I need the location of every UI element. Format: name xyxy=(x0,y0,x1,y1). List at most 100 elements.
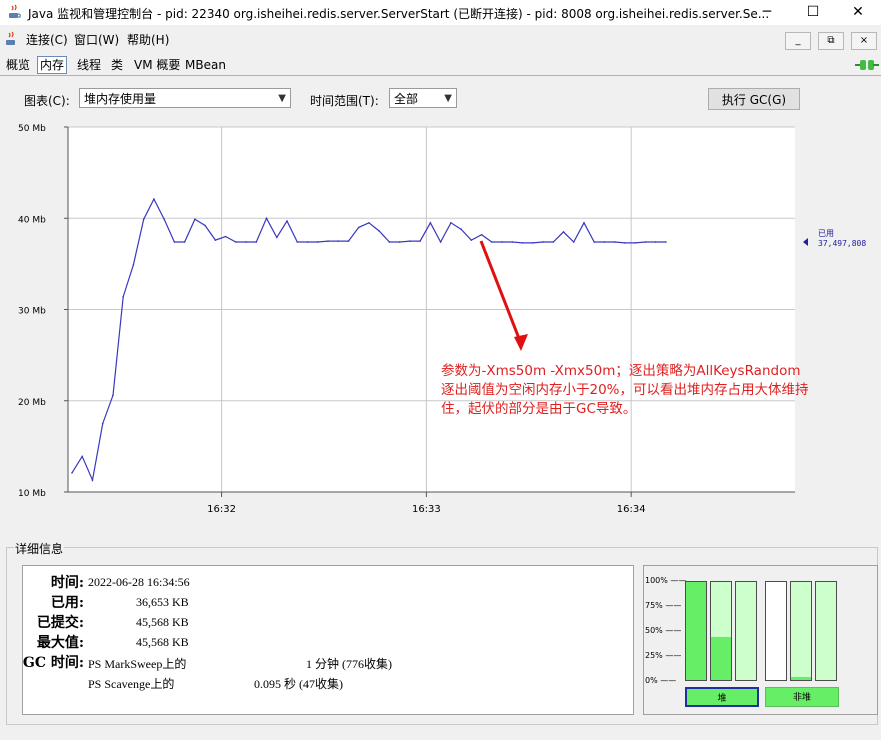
details-legend: 详细信息 xyxy=(14,540,65,557)
series-point xyxy=(214,239,217,241)
heap-pool-bar[interactable] xyxy=(710,581,732,681)
series-point xyxy=(183,241,186,243)
series-point xyxy=(337,240,340,242)
series-point xyxy=(388,241,391,243)
annotation-line: 参数为-Xms50m -Xmx50m；逐出策略为AllKeysRandom xyxy=(441,363,801,379)
series-point xyxy=(235,241,237,243)
gauge-tick-label: 100% —— xyxy=(645,576,687,585)
series-point xyxy=(71,472,73,474)
y-tick-label: 40 Mb xyxy=(18,215,46,225)
series-point xyxy=(480,233,483,236)
tab-classes[interactable]: 类 xyxy=(109,57,125,73)
series-point xyxy=(470,239,473,241)
y-tick-label: 20 Mb xyxy=(18,398,46,408)
series-point xyxy=(429,222,432,224)
series-point xyxy=(173,241,176,243)
gc-scavenge-value: 0.095 秒 (47收集) xyxy=(254,677,343,691)
series-point xyxy=(634,242,636,244)
chevron-down-icon: ▼ xyxy=(444,93,452,104)
series-point xyxy=(593,241,596,243)
minimize-button[interactable]: ─ xyxy=(744,0,790,25)
series-point xyxy=(194,218,196,220)
series-point xyxy=(306,241,309,243)
series-point xyxy=(101,422,104,425)
series-point xyxy=(511,241,514,243)
series-point xyxy=(439,241,442,243)
series-point xyxy=(347,240,350,242)
perform-gc-button[interactable]: 执行 GC(G) xyxy=(708,88,800,110)
annotation-line: 逐出阈值为空闲内存小于20%，可以看出堆内存占用大体维持 xyxy=(441,382,809,398)
series-point xyxy=(316,241,319,243)
series-point xyxy=(132,263,135,266)
max-label: 最大值: xyxy=(36,635,84,651)
chart-select[interactable]: 堆内存使用量 ▼ xyxy=(79,88,291,108)
y-tick-label: 10 Mb xyxy=(18,489,46,499)
series-point xyxy=(153,198,155,200)
y-tick-label: 50 Mb xyxy=(18,124,46,134)
x-tick-label: 16:34 xyxy=(617,504,646,515)
series-point xyxy=(275,236,278,239)
annotation-text: 参数为-Xms50m -Xmx50m；逐出策略为AllKeysRandom 逐出… xyxy=(441,362,841,419)
range-label: 时间范围(T): xyxy=(310,94,379,108)
series-point xyxy=(327,240,329,242)
series-point xyxy=(450,222,452,224)
chart-select-value: 堆内存使用量 xyxy=(84,92,157,106)
maximize-button[interactable]: ☐ xyxy=(790,0,836,25)
gc-time-label: GC 时间: xyxy=(22,655,84,671)
legend-value: 37,497,808 xyxy=(818,239,866,248)
used-label: 已用: xyxy=(50,595,84,611)
chart-label: 图表(C): xyxy=(24,94,70,108)
committed-value: 45,568 KB xyxy=(136,615,189,629)
tab-overview[interactable]: 概览 xyxy=(4,57,32,73)
series-point xyxy=(665,241,667,243)
series-point xyxy=(501,241,503,243)
nonheap-pool-bar[interactable] xyxy=(765,581,787,681)
window-title: Java 监视和管理控制台 - pid: 22340 org.isheihei.… xyxy=(28,7,770,21)
title-bar: Java 监视和管理控制台 - pid: 22340 org.isheihei.… xyxy=(0,0,881,25)
tab-mbean[interactable]: MBean xyxy=(183,57,228,73)
series-point xyxy=(613,241,616,243)
heap-pool-button[interactable]: 堆 xyxy=(685,687,759,707)
menu-connection[interactable]: 连接(C) xyxy=(26,31,68,48)
gauge-tick-label: 50% —— xyxy=(645,626,682,635)
used-value: 36,653 KB xyxy=(136,595,189,609)
series-point xyxy=(368,222,370,224)
series-point xyxy=(81,455,84,458)
series-point xyxy=(583,222,585,224)
tab-vm-summary[interactable]: VM 概要 xyxy=(132,57,182,73)
series-point xyxy=(531,242,534,244)
heap-pool-bar[interactable] xyxy=(685,581,707,681)
series-point xyxy=(163,218,165,220)
gc-collector-scavenge: PS Scavenge上的 xyxy=(88,677,175,691)
inner-restore-button[interactable]: ⧉ xyxy=(818,32,844,50)
memory-chart: 50 Mb40 Mb30 Mb20 Mb10 Mb 16:32 16:33 16:3… xyxy=(18,124,866,515)
heap-pool-bar[interactable] xyxy=(735,581,757,681)
series-point xyxy=(460,228,462,230)
gc-marksweep-value: 1 分钟 (776收集) xyxy=(306,657,392,671)
time-value: 2022-06-28 16:34:56 xyxy=(88,575,190,589)
memory-pool-panel xyxy=(643,565,878,715)
inner-minimize-button[interactable]: _ xyxy=(785,32,811,50)
nonheap-pool-button[interactable]: 非堆 xyxy=(765,687,839,707)
series-point xyxy=(357,226,360,229)
tab-memory[interactable]: 内存 xyxy=(37,56,68,74)
nonheap-pool-bar[interactable] xyxy=(815,581,837,681)
legend-marker-icon xyxy=(803,237,808,246)
series-point xyxy=(286,220,288,222)
x-tick-label: 16:33 xyxy=(412,504,441,515)
series-point xyxy=(122,295,124,298)
series-point xyxy=(654,241,657,243)
menu-help[interactable]: 帮助(H) xyxy=(127,31,169,48)
series-point xyxy=(552,241,555,243)
series-point xyxy=(142,218,145,220)
annotation-line: 住，起伏的部分是由于GC导致。 xyxy=(441,401,637,417)
tab-threads[interactable]: 线程 xyxy=(75,57,103,73)
series-point xyxy=(296,241,299,243)
close-button[interactable]: ✕ xyxy=(835,0,881,25)
range-select[interactable]: 全部 ▼ xyxy=(389,88,457,108)
series-point xyxy=(255,241,258,243)
menu-window[interactable]: 窗口(W) xyxy=(74,31,119,48)
y-tick-label: 30 Mb xyxy=(18,307,46,317)
nonheap-pool-bar[interactable] xyxy=(790,581,812,681)
inner-close-button[interactable]: × xyxy=(851,32,877,50)
